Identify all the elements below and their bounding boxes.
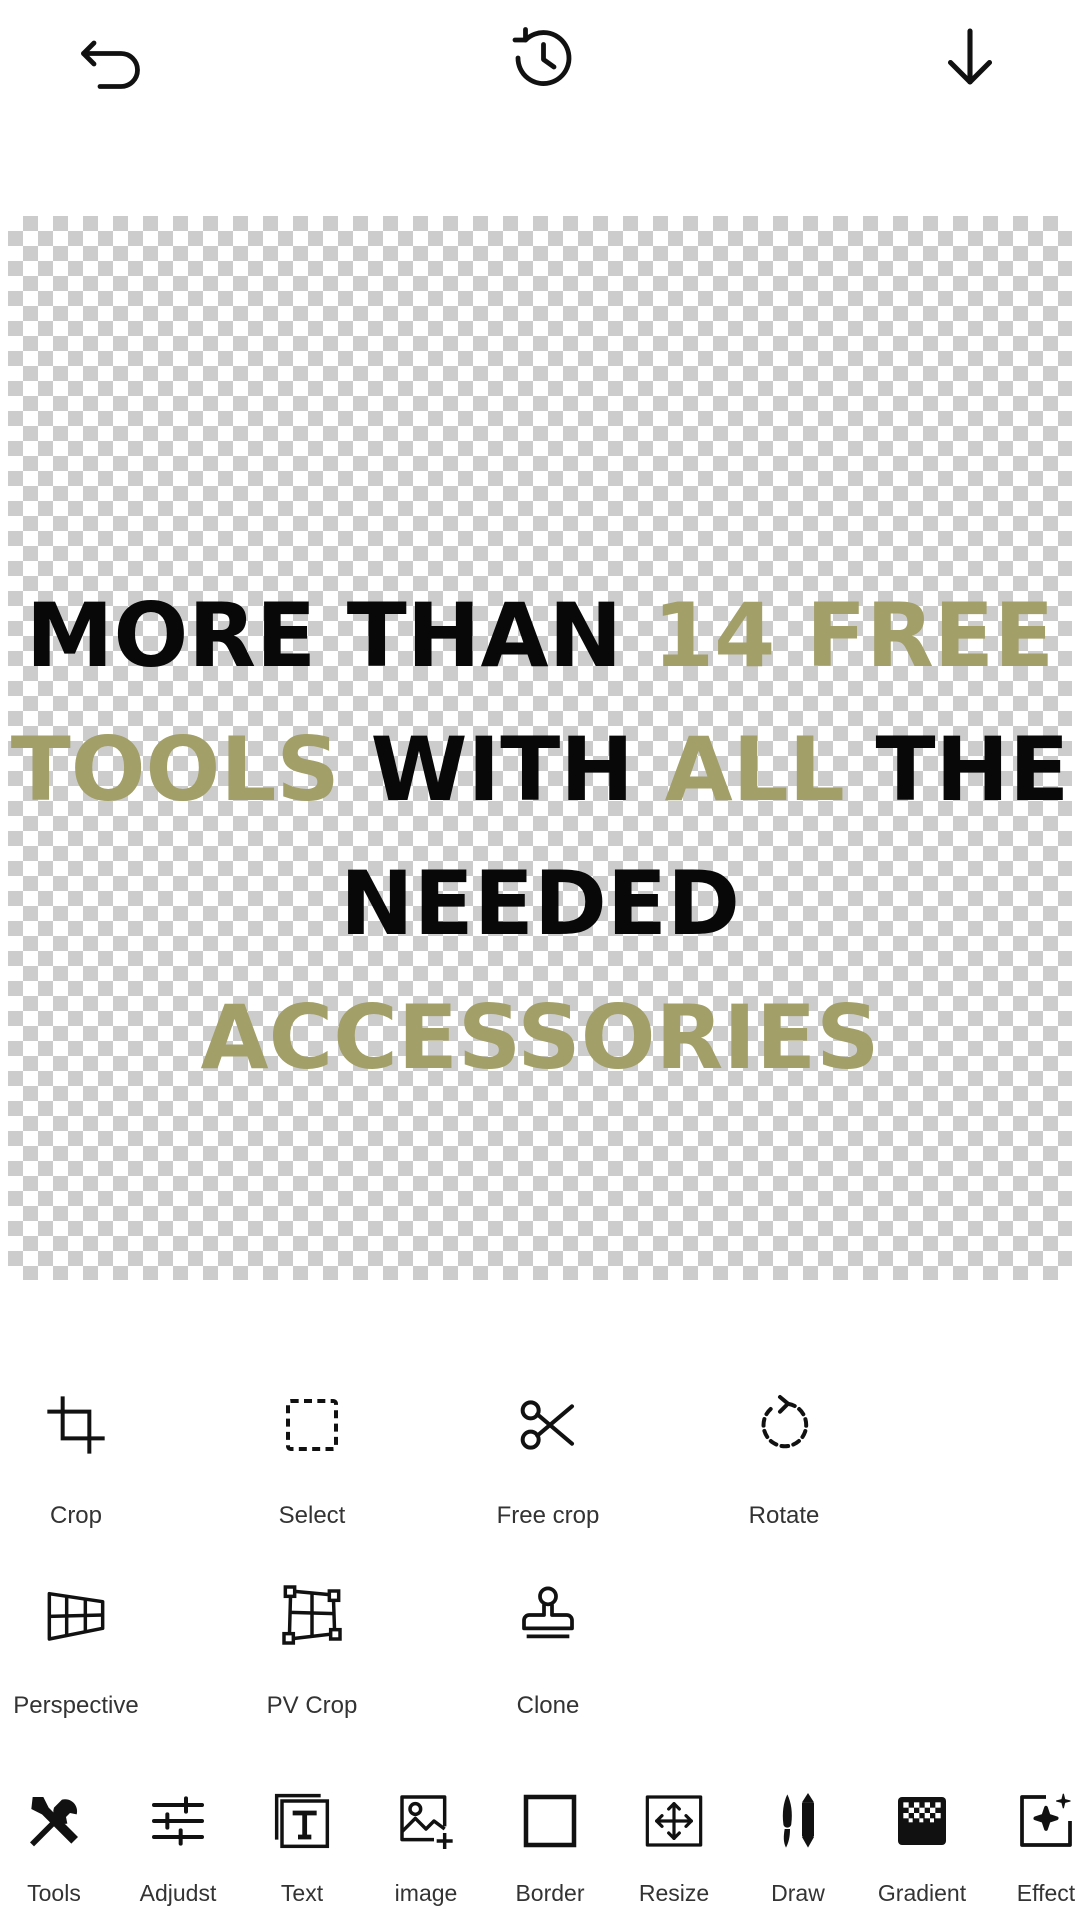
tool-rotate[interactable]: Rotate xyxy=(666,1370,902,1540)
undo-button[interactable] xyxy=(72,18,152,98)
resize-icon xyxy=(645,1795,703,1847)
category-gradient[interactable]: Gradient xyxy=(860,1772,984,1920)
canvas-headline: MORE THAN 14 FREE TOOLS WITH ALL THE NEE… xyxy=(8,569,1072,1105)
border-icon xyxy=(523,1794,577,1848)
tool-perspective[interactable]: Perspective xyxy=(0,1560,194,1730)
download-icon xyxy=(947,28,993,85)
category-label: Gradient xyxy=(877,1880,967,1906)
tool-clone[interactable]: Clone xyxy=(430,1560,666,1730)
category-label: image xyxy=(394,1880,458,1906)
category-adjust[interactable]: Adjudst xyxy=(116,1772,240,1920)
stamp-icon xyxy=(522,1586,574,1639)
tool-crop[interactable]: Crop xyxy=(0,1370,194,1540)
category-label: Draw xyxy=(771,1880,825,1906)
headline-line-3: NEEDED ACCESSORIES xyxy=(8,837,1072,1105)
category-label: Effect xyxy=(1016,1880,1076,1906)
editor-canvas[interactable]: MORE THAN 14 FREE TOOLS WITH ALL THE NEE… xyxy=(8,216,1072,1280)
tool-label: Clone xyxy=(516,1692,580,1719)
headline-segment: TOOLS xyxy=(10,718,340,821)
brush-icon xyxy=(782,1793,814,1848)
select-icon xyxy=(286,1399,338,1451)
sliders-icon xyxy=(152,1796,204,1846)
effect-icon xyxy=(1020,1793,1072,1847)
category-resize[interactable]: Resize xyxy=(612,1772,736,1920)
tool-free-crop[interactable]: Free crop xyxy=(430,1370,666,1540)
category-text[interactable]: Text xyxy=(240,1772,364,1920)
category-effect[interactable]: Effect xyxy=(984,1772,1080,1920)
add-image-icon xyxy=(400,1795,453,1849)
category-label: Tools xyxy=(27,1880,81,1906)
scissors-icon xyxy=(520,1400,574,1450)
pv-crop-icon xyxy=(282,1585,342,1645)
tool-pv-crop[interactable]: PV Crop xyxy=(194,1560,430,1730)
category-label: Resize xyxy=(638,1880,710,1906)
category-draw[interactable]: Draw xyxy=(736,1772,860,1920)
headline-segment: ACCESSORIES xyxy=(200,986,880,1089)
category-label: Adjudst xyxy=(139,1880,217,1906)
category-border[interactable]: Border xyxy=(488,1772,612,1920)
tool-label: Crop xyxy=(49,1502,103,1529)
headline-segment: ALL xyxy=(664,718,845,821)
headline-segment: 14 FREE xyxy=(652,584,1055,687)
headline-line-1: MORE THAN 14 FREE xyxy=(8,569,1072,703)
tool-select[interactable]: Select xyxy=(194,1370,430,1540)
headline-segment: WITH xyxy=(339,718,665,821)
category-image[interactable]: image xyxy=(364,1772,488,1920)
top-toolbar xyxy=(0,0,1080,120)
tool-label: Perspective xyxy=(13,1692,139,1719)
headline-segment: NEEDED xyxy=(339,852,741,955)
perspective-icon xyxy=(47,1591,105,1641)
history-icon xyxy=(512,27,572,86)
tools-icon xyxy=(30,1797,78,1847)
gradient-icon xyxy=(898,1797,946,1845)
tool-label: Select xyxy=(278,1502,346,1529)
download-button[interactable] xyxy=(930,18,1010,98)
tool-label: PV Crop xyxy=(266,1692,358,1719)
text-icon xyxy=(274,1793,330,1849)
category-tools[interactable]: Tools xyxy=(0,1772,116,1920)
tool-label: Free crop xyxy=(496,1502,600,1529)
bottom-category-bar: Tools Adjudst Text image Border Resize D… xyxy=(0,1772,1080,1920)
category-label: Border xyxy=(515,1880,585,1906)
crop-icon xyxy=(47,1396,105,1454)
undo-icon xyxy=(81,40,140,89)
headline-segment: MORE THAN xyxy=(25,584,653,687)
category-label: Text xyxy=(280,1880,324,1906)
rotate-icon xyxy=(761,1395,809,1449)
history-button[interactable] xyxy=(502,18,582,98)
headline-line-2: TOOLS WITH ALL THE xyxy=(8,703,1072,837)
tool-label: Rotate xyxy=(748,1502,820,1529)
headline-segment: THE xyxy=(844,718,1070,821)
